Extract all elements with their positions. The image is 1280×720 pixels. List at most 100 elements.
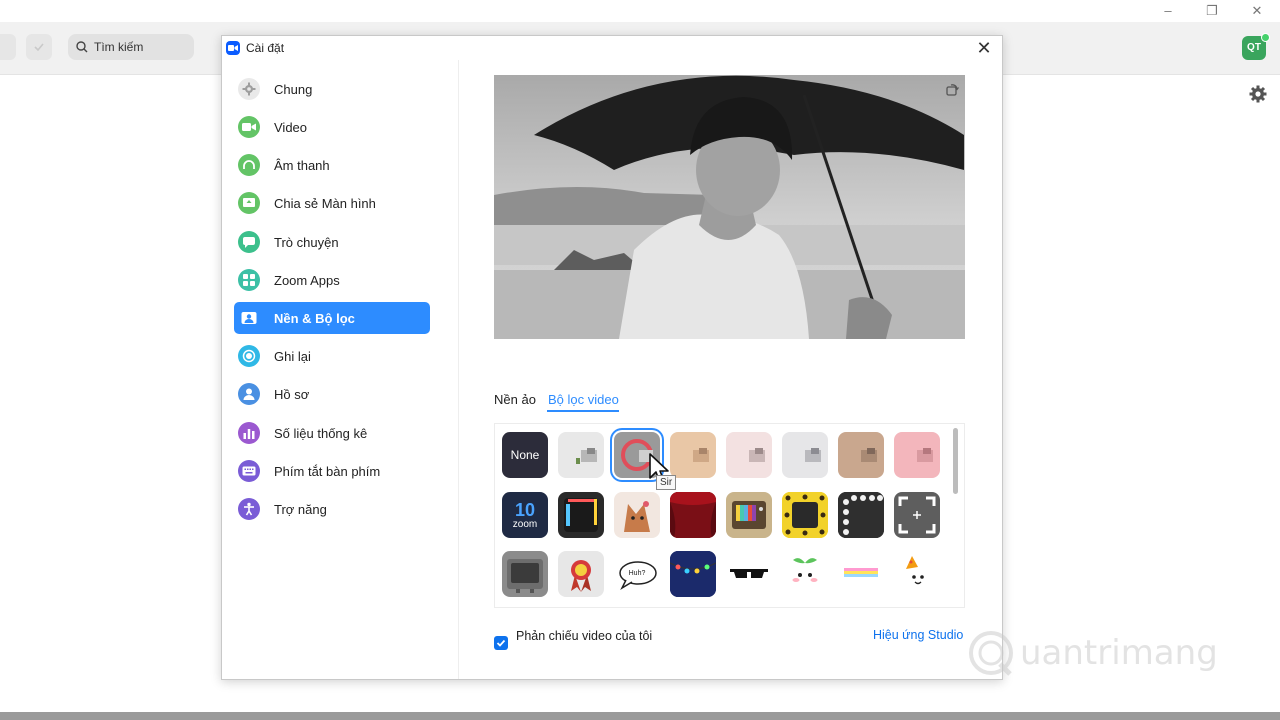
watermark-logo-icon [969,631,1013,676]
filter-sunglasses[interactable] [726,551,772,597]
keyboard-icon [238,460,260,482]
dialog-title: Cài đặt [246,41,285,55]
filter-corgi-ears[interactable] [614,492,660,538]
filter-zoom-10-frame[interactable]: 10 zoom [502,492,548,538]
filter-film-frame[interactable] [838,492,884,538]
accessibility-icon [238,498,260,520]
filter-theater-curtain[interactable] [670,492,716,538]
sidebar-item-zoom-apps[interactable]: Zoom Apps [234,264,430,296]
retro-tv-icon [732,501,766,529]
close-app-button[interactable]: ✕ [1245,2,1269,20]
gear-icon[interactable] [1248,84,1268,104]
mirror-video-checkbox[interactable] [494,636,508,650]
search-placeholder: Tìm kiếm [94,40,144,54]
film-frame-icon [838,492,884,538]
tint-thumbnail-icon [861,448,877,462]
sidebar-item-chat[interactable]: Trò chuyện [234,226,430,258]
record-icon [238,345,260,367]
watermark: uantrimang [966,628,1218,678]
zoom-logo-icon [226,41,240,55]
video-camera-icon [238,116,260,138]
camera-preview-image [494,75,965,339]
restore-button[interactable]: ❐ [1200,2,1224,20]
filter-tint-pink[interactable] [726,432,772,478]
curtain-icon [670,492,716,538]
rotate-camera-icon[interactable] [944,82,960,98]
sidebar-item-label: Chia sẻ Màn hình [274,195,376,211]
search-box[interactable]: Tìm kiếm [68,34,194,60]
tint-thumbnail-icon [576,448,597,464]
sidebar-item-share-screen[interactable]: Chia sẻ Màn hình [234,187,430,219]
sidebar-item-video[interactable]: Video [234,111,430,143]
settings-dialog: Cài đặt ✕ Chung Video Âm thanh Chia sẻ M… [221,35,1003,680]
sidebar-item-statistics[interactable]: Số liệu thống kê [234,417,430,449]
sidebar-item-label: Trò chuyện [274,234,339,250]
filter-grid-scrollbar[interactable] [953,428,958,494]
filter-retro-tv[interactable] [726,492,772,538]
taskbar [0,712,1280,720]
filter-tooltip: Sir [656,475,677,490]
sidebar-item-label: Hồ sơ [274,386,310,402]
filter-old-tv[interactable] [502,551,548,597]
tint-thumbnail-icon [917,448,933,462]
checkmark-icon [496,639,506,647]
share-screen-icon [238,192,260,214]
filter-party-hat[interactable] [894,551,940,597]
studio-effects-link[interactable]: Hiệu ứng Studio [873,628,963,642]
close-dialog-button[interactable]: ✕ [974,38,994,58]
sidebar-item-audio[interactable]: Âm thanh [234,149,430,181]
rainbow-frame-icon [564,498,598,532]
zoom-10-word: zoom [512,518,538,530]
tab-video-filter[interactable]: Bộ lọc video [548,392,619,407]
filter-tint-rose[interactable] [894,432,940,478]
sidebar-item-label: Trợ năng [274,501,327,517]
filter-sprout-blush[interactable] [782,551,828,597]
chat-bubble-icon [238,231,260,253]
settings-sidebar: Chung Video Âm thanh Chia sẻ Màn hình Tr… [222,60,459,679]
sidebar-item-general[interactable]: Chung [234,73,430,105]
sidebar-item-label: Chung [274,81,313,97]
watermark-text: uantrimang [1020,633,1218,673]
video-preview [494,75,965,339]
history-icon [34,43,44,52]
tint-thumbnail-icon [749,448,765,462]
toolbar-back-button[interactable] [0,34,16,60]
statistics-icon [238,422,260,444]
filter-tint-tan[interactable] [838,432,884,478]
mirror-video-label[interactable]: Phản chiếu video của tôi [516,628,656,644]
sidebar-item-recording[interactable]: Ghi lại [234,340,430,372]
filter-focus-frame[interactable] [894,492,940,538]
app-title-bar [0,0,1280,22]
filter-tint-gray[interactable] [782,432,828,478]
filter-rainbow-bar[interactable] [838,551,884,597]
minimize-button[interactable]: – [1156,2,1180,20]
toolbar-history-button[interactable] [26,34,52,60]
filter-tint-white[interactable] [558,432,604,478]
filter-rainbow-tablet-frame[interactable] [558,492,604,538]
sidebar-item-keyboard-shortcuts[interactable]: Phím tắt bàn phím [234,455,430,487]
background-icon [238,307,260,329]
filter-award-ribbon[interactable] [558,551,604,597]
sidebar-item-profile[interactable]: Hồ sơ [234,378,430,410]
tab-virtual-background[interactable]: Nền ảo [494,392,536,407]
sidebar-item-label: Video [274,119,308,135]
tint-thumbnail-icon [805,448,821,462]
speech-bubble-text: Huh? [628,569,646,577]
sidebar-item-accessibility[interactable]: Trợ năng [234,493,430,525]
filter-tint-peach[interactable] [670,432,716,478]
filter-sunflower-frame[interactable] [782,492,828,538]
filter-speech-bubble[interactable]: Huh? [614,551,660,597]
sidebar-item-label: Âm thanh [274,157,330,173]
party-hat-icon [906,556,924,585]
sidebar-item-background-filters[interactable]: Nền & Bộ lọc [234,302,430,334]
filter-none[interactable]: None [502,432,548,478]
sunflower-icon [782,492,828,538]
old-tv-icon [507,559,543,593]
focus-frame-icon [898,496,936,534]
apps-icon [238,269,260,291]
gear-icon [238,78,260,100]
profile-icon [238,383,260,405]
dialog-title-bar: Cài đặt [222,36,1002,60]
sidebar-item-label: Phím tắt bàn phím [274,463,381,479]
filter-string-lights[interactable] [670,551,716,597]
